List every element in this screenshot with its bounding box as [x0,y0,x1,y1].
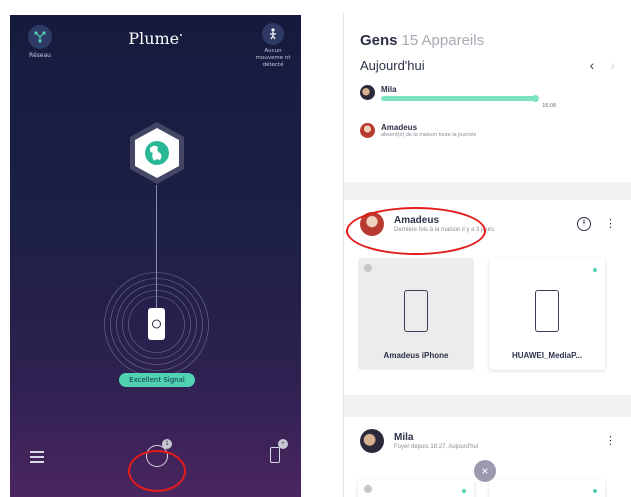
person-card-header: Mila Foyer depuis 18:27, Aujourd'hui ⋮ [344,417,631,453]
online-status-dot [593,268,597,272]
menu-icon[interactable] [30,451,44,463]
presence-bar: 16:08 [381,95,556,109]
avatar [360,429,384,453]
network-label: Réseau [29,52,51,59]
globe-pod-icon[interactable] [126,120,188,186]
timeline-row-amadeus[interactable]: Amadeus absent(e) de la maison toute la … [360,123,615,138]
device-tile[interactable] [489,479,605,497]
screenshot-stage: Réseau Plume• Aucun mouveme nt détecté E… [0,0,631,497]
motion-label: Aucun mouveme nt détecté [255,48,291,68]
chevron-left-icon[interactable]: ‹ [590,57,595,73]
more-options-icon[interactable]: ⋮ [605,436,616,447]
plume-logo-text: Plume [128,29,180,48]
device-tile[interactable] [358,479,474,497]
advisor-badge: 1 [162,439,172,449]
phone-device-icon[interactable] [270,447,280,463]
device-tile[interactable]: HUAWEI_MediaP... [489,258,605,370]
device-count: 15 Appareils [401,32,485,49]
avatar [360,123,375,138]
pause-button[interactable]: II [577,217,591,231]
people-screen: Gens 15 Appareils Aujourd'hui ‹ › Mila 16… [343,12,631,497]
device-label: Amadeus iPhone [383,351,449,360]
timeline-text: Amadeus absent(e) de la maison toute la … [375,123,476,138]
avatar [360,85,375,100]
title-text: Gens [360,32,398,49]
presence-bar-marker [532,95,539,102]
period-row: Aujourd'hui ‹ › [360,57,615,73]
period-nav: ‹ › [590,57,615,73]
chevron-right-icon[interactable]: › [610,57,615,73]
more-options-icon[interactable]: ⋮ [605,219,616,230]
timeline-name: Amadeus [381,123,418,132]
signal-quality-badge: Excellent Signal [119,373,195,387]
iphone-icon [404,290,428,332]
user-icon [364,485,372,493]
user-icon [364,264,372,272]
device-tile[interactable]: Amadeus iPhone [358,258,474,370]
close-icon[interactable]: × [474,460,496,482]
highlight-circle-amadeus [346,207,486,255]
person-name: Mila [394,431,414,443]
online-status-dot [462,489,466,493]
person-motion-icon [262,23,284,45]
timeline-note: absent(e) de la maison toute la journée [381,132,477,138]
device-badge: + [278,439,288,449]
motion-button[interactable]: Aucun mouveme nt détecté [253,23,293,69]
timeline-name: Mila [381,85,397,94]
presence-time: 16:08 [542,103,556,109]
device-signal-ring[interactable] [103,271,210,378]
device-label: HUAWEI_MediaP... [511,351,583,360]
person-info: Mila Foyer depuis 18:27, Aujourd'hui [394,432,605,451]
highlight-circle-advisor [128,450,186,492]
presence-bar-fill [381,96,535,101]
people-header: Gens 15 Appareils Aujourd'hui ‹ › Mila 16… [344,12,631,182]
person-card-mila[interactable]: Mila Foyer depuis 18:27, Aujourd'hui ⋮ [344,417,631,497]
android-phone-icon [535,290,559,332]
plume-network-screen: Réseau Plume• Aucun mouveme nt détecté E… [10,15,301,497]
timeline-row-mila[interactable]: Mila 16:08 [360,85,615,109]
online-status-dot [593,489,597,493]
page-title: Gens 15 Appareils [360,32,615,49]
plume-logo-mark: • [179,32,183,40]
person-status: Foyer depuis 18:27, Aujourd'hui [394,443,479,450]
period-label: Aujourd'hui [360,57,425,73]
device-tiles: Amadeus iPhone HUAWEI_MediaP... [358,258,605,370]
